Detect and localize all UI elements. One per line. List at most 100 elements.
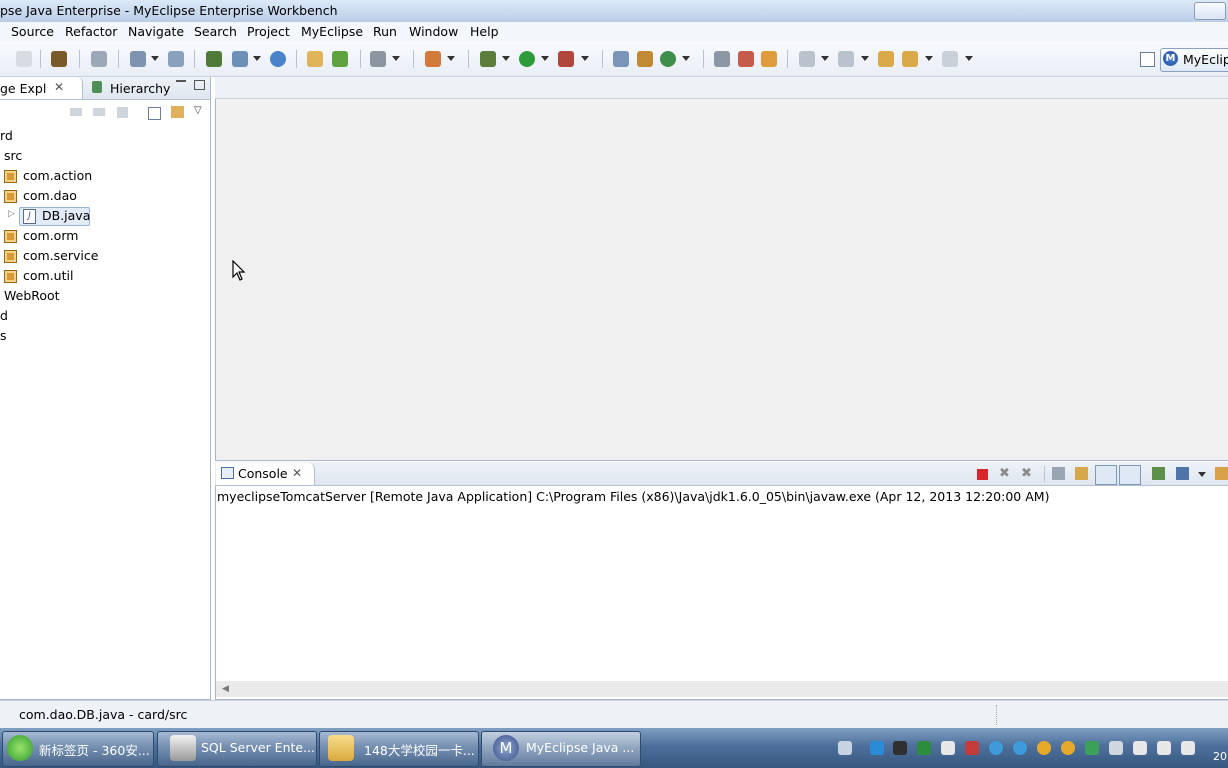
tray-app-icon[interactable] xyxy=(893,741,907,755)
menu-window[interactable]: Window xyxy=(409,24,458,39)
new-class-icon[interactable] xyxy=(425,51,441,67)
dropdown-arrow-icon[interactable] xyxy=(965,56,973,61)
run-icon[interactable] xyxy=(519,51,535,67)
tree-item[interactable]: d xyxy=(0,306,209,326)
tree-item[interactable]: com.util xyxy=(0,266,209,286)
server-icon[interactable] xyxy=(206,51,222,67)
scroll-left-icon[interactable]: ◀ xyxy=(222,684,229,694)
new-java-project-icon[interactable] xyxy=(613,51,629,67)
scroll-lock-icon[interactable] xyxy=(1075,467,1088,480)
last-edit-icon[interactable] xyxy=(878,51,894,67)
qq-icon[interactable] xyxy=(1037,741,1051,755)
remove-all-icon[interactable]: ✖ xyxy=(1021,466,1032,481)
dropdown-arrow-icon[interactable] xyxy=(581,56,589,61)
tray-app-icon[interactable] xyxy=(917,741,931,755)
globe-icon[interactable] xyxy=(270,51,286,67)
new-wizard-icon[interactable] xyxy=(130,51,146,67)
server-start-icon[interactable] xyxy=(232,51,248,67)
tree-item[interactable]: com.action xyxy=(0,166,209,186)
minimize-icon[interactable] xyxy=(176,80,186,82)
tree-item[interactable]: src xyxy=(0,146,209,166)
up-icon[interactable] xyxy=(117,107,128,118)
tray-app-icon[interactable] xyxy=(1085,741,1099,755)
editor-area[interactable] xyxy=(215,77,1228,461)
tray-app-icon[interactable] xyxy=(1109,741,1123,755)
open-folder-icon[interactable] xyxy=(307,51,323,67)
menu-help[interactable]: Help xyxy=(470,24,499,39)
new-package-icon[interactable] xyxy=(637,51,653,67)
pin-console-icon[interactable] xyxy=(1152,467,1165,480)
debug-icon[interactable] xyxy=(480,51,496,67)
window-minimize-button[interactable] xyxy=(1194,2,1226,20)
tree-item[interactable]: rd xyxy=(0,126,209,146)
clock[interactable]: 20 xyxy=(1213,750,1227,763)
tray-app-icon[interactable] xyxy=(965,741,979,755)
forward-icon[interactable] xyxy=(942,51,958,67)
dropdown-arrow-icon[interactable] xyxy=(392,56,400,61)
terminate-icon[interactable] xyxy=(977,469,988,480)
next-annotation-icon[interactable] xyxy=(799,51,815,67)
network-icon[interactable] xyxy=(1157,741,1171,755)
menu-search[interactable]: Search xyxy=(194,24,237,39)
tree-item[interactable]: ▷ J DB.java xyxy=(0,206,209,226)
tree-item[interactable]: WebRoot xyxy=(0,286,209,306)
close-icon[interactable]: ✕ xyxy=(292,466,302,480)
tree-item[interactable]: com.dao xyxy=(0,186,209,206)
dropdown-arrow-icon[interactable] xyxy=(253,56,261,61)
open-perspective-icon[interactable] xyxy=(1140,52,1155,67)
forward-icon[interactable] xyxy=(93,108,105,116)
tray-app-icon[interactable] xyxy=(989,741,1003,755)
link-with-editor-icon[interactable] xyxy=(171,106,184,118)
open-type-icon[interactable] xyxy=(714,51,730,67)
back-icon[interactable] xyxy=(902,51,918,67)
add-icon[interactable] xyxy=(332,51,348,67)
menu-project[interactable]: Project xyxy=(247,24,290,39)
menu-source[interactable]: Source xyxy=(11,24,54,39)
keyboard-icon[interactable] xyxy=(838,741,852,755)
external-tools-icon[interactable] xyxy=(558,51,574,67)
search-web-icon[interactable] xyxy=(168,51,184,67)
tree-item[interactable]: s xyxy=(0,326,209,346)
tray-app-icon[interactable] xyxy=(941,741,955,755)
dropdown-arrow-icon[interactable] xyxy=(541,56,549,61)
clear-console-icon[interactable] xyxy=(1052,467,1065,480)
menu-myeclipse[interactable]: MyEclipse xyxy=(301,24,363,39)
tree-item[interactable]: com.orm xyxy=(0,226,209,246)
collapse-all-icon[interactable] xyxy=(148,107,161,120)
dropdown-arrow-icon[interactable] xyxy=(1198,472,1206,477)
tray-app-icon[interactable] xyxy=(1013,741,1027,755)
dropdown-arrow-icon[interactable] xyxy=(502,56,510,61)
menu-run[interactable]: Run xyxy=(373,24,397,39)
close-icon[interactable]: ✕ xyxy=(54,80,64,94)
tray-app-icon[interactable] xyxy=(870,741,884,755)
dropdown-arrow-icon[interactable] xyxy=(447,56,455,61)
search-icon[interactable] xyxy=(738,51,754,67)
view-menu-icon[interactable]: ▽ xyxy=(194,105,202,116)
dropdown-arrow-icon[interactable] xyxy=(821,56,829,61)
dropdown-arrow-icon[interactable] xyxy=(861,56,869,61)
window-icon[interactable] xyxy=(370,51,386,67)
tray-app-icon[interactable] xyxy=(1133,741,1147,755)
dropdown-arrow-icon[interactable] xyxy=(151,56,159,61)
expand-arrow-icon[interactable]: ▷ xyxy=(8,209,15,219)
volume-icon[interactable] xyxy=(1181,741,1195,755)
dropdown-arrow-icon[interactable] xyxy=(682,56,690,61)
maximize-icon[interactable] xyxy=(194,80,205,90)
tree-item[interactable]: com.service xyxy=(0,246,209,266)
open-task-icon[interactable] xyxy=(761,51,777,67)
open-console-icon[interactable] xyxy=(1215,467,1228,480)
show-on-output-icon[interactable] xyxy=(1095,465,1117,485)
back-icon[interactable] xyxy=(70,108,82,116)
menu-refactor[interactable]: Refactor xyxy=(65,24,117,39)
dropdown-arrow-icon[interactable] xyxy=(925,56,933,61)
previous-annotation-icon[interactable] xyxy=(838,51,854,67)
console-horizontal-scrollbar[interactable]: ◀ xyxy=(216,681,1228,697)
print-icon[interactable] xyxy=(16,51,32,67)
remove-launch-icon[interactable]: ✖ xyxy=(999,466,1010,481)
refresh-icon[interactable] xyxy=(660,51,676,67)
jar-icon[interactable] xyxy=(51,51,67,67)
tab-hierarchy[interactable]: Hierarchy xyxy=(110,81,170,96)
deploy-icon[interactable] xyxy=(91,51,107,67)
display-console-icon[interactable] xyxy=(1176,467,1189,480)
qq-icon[interactable] xyxy=(1061,741,1075,755)
